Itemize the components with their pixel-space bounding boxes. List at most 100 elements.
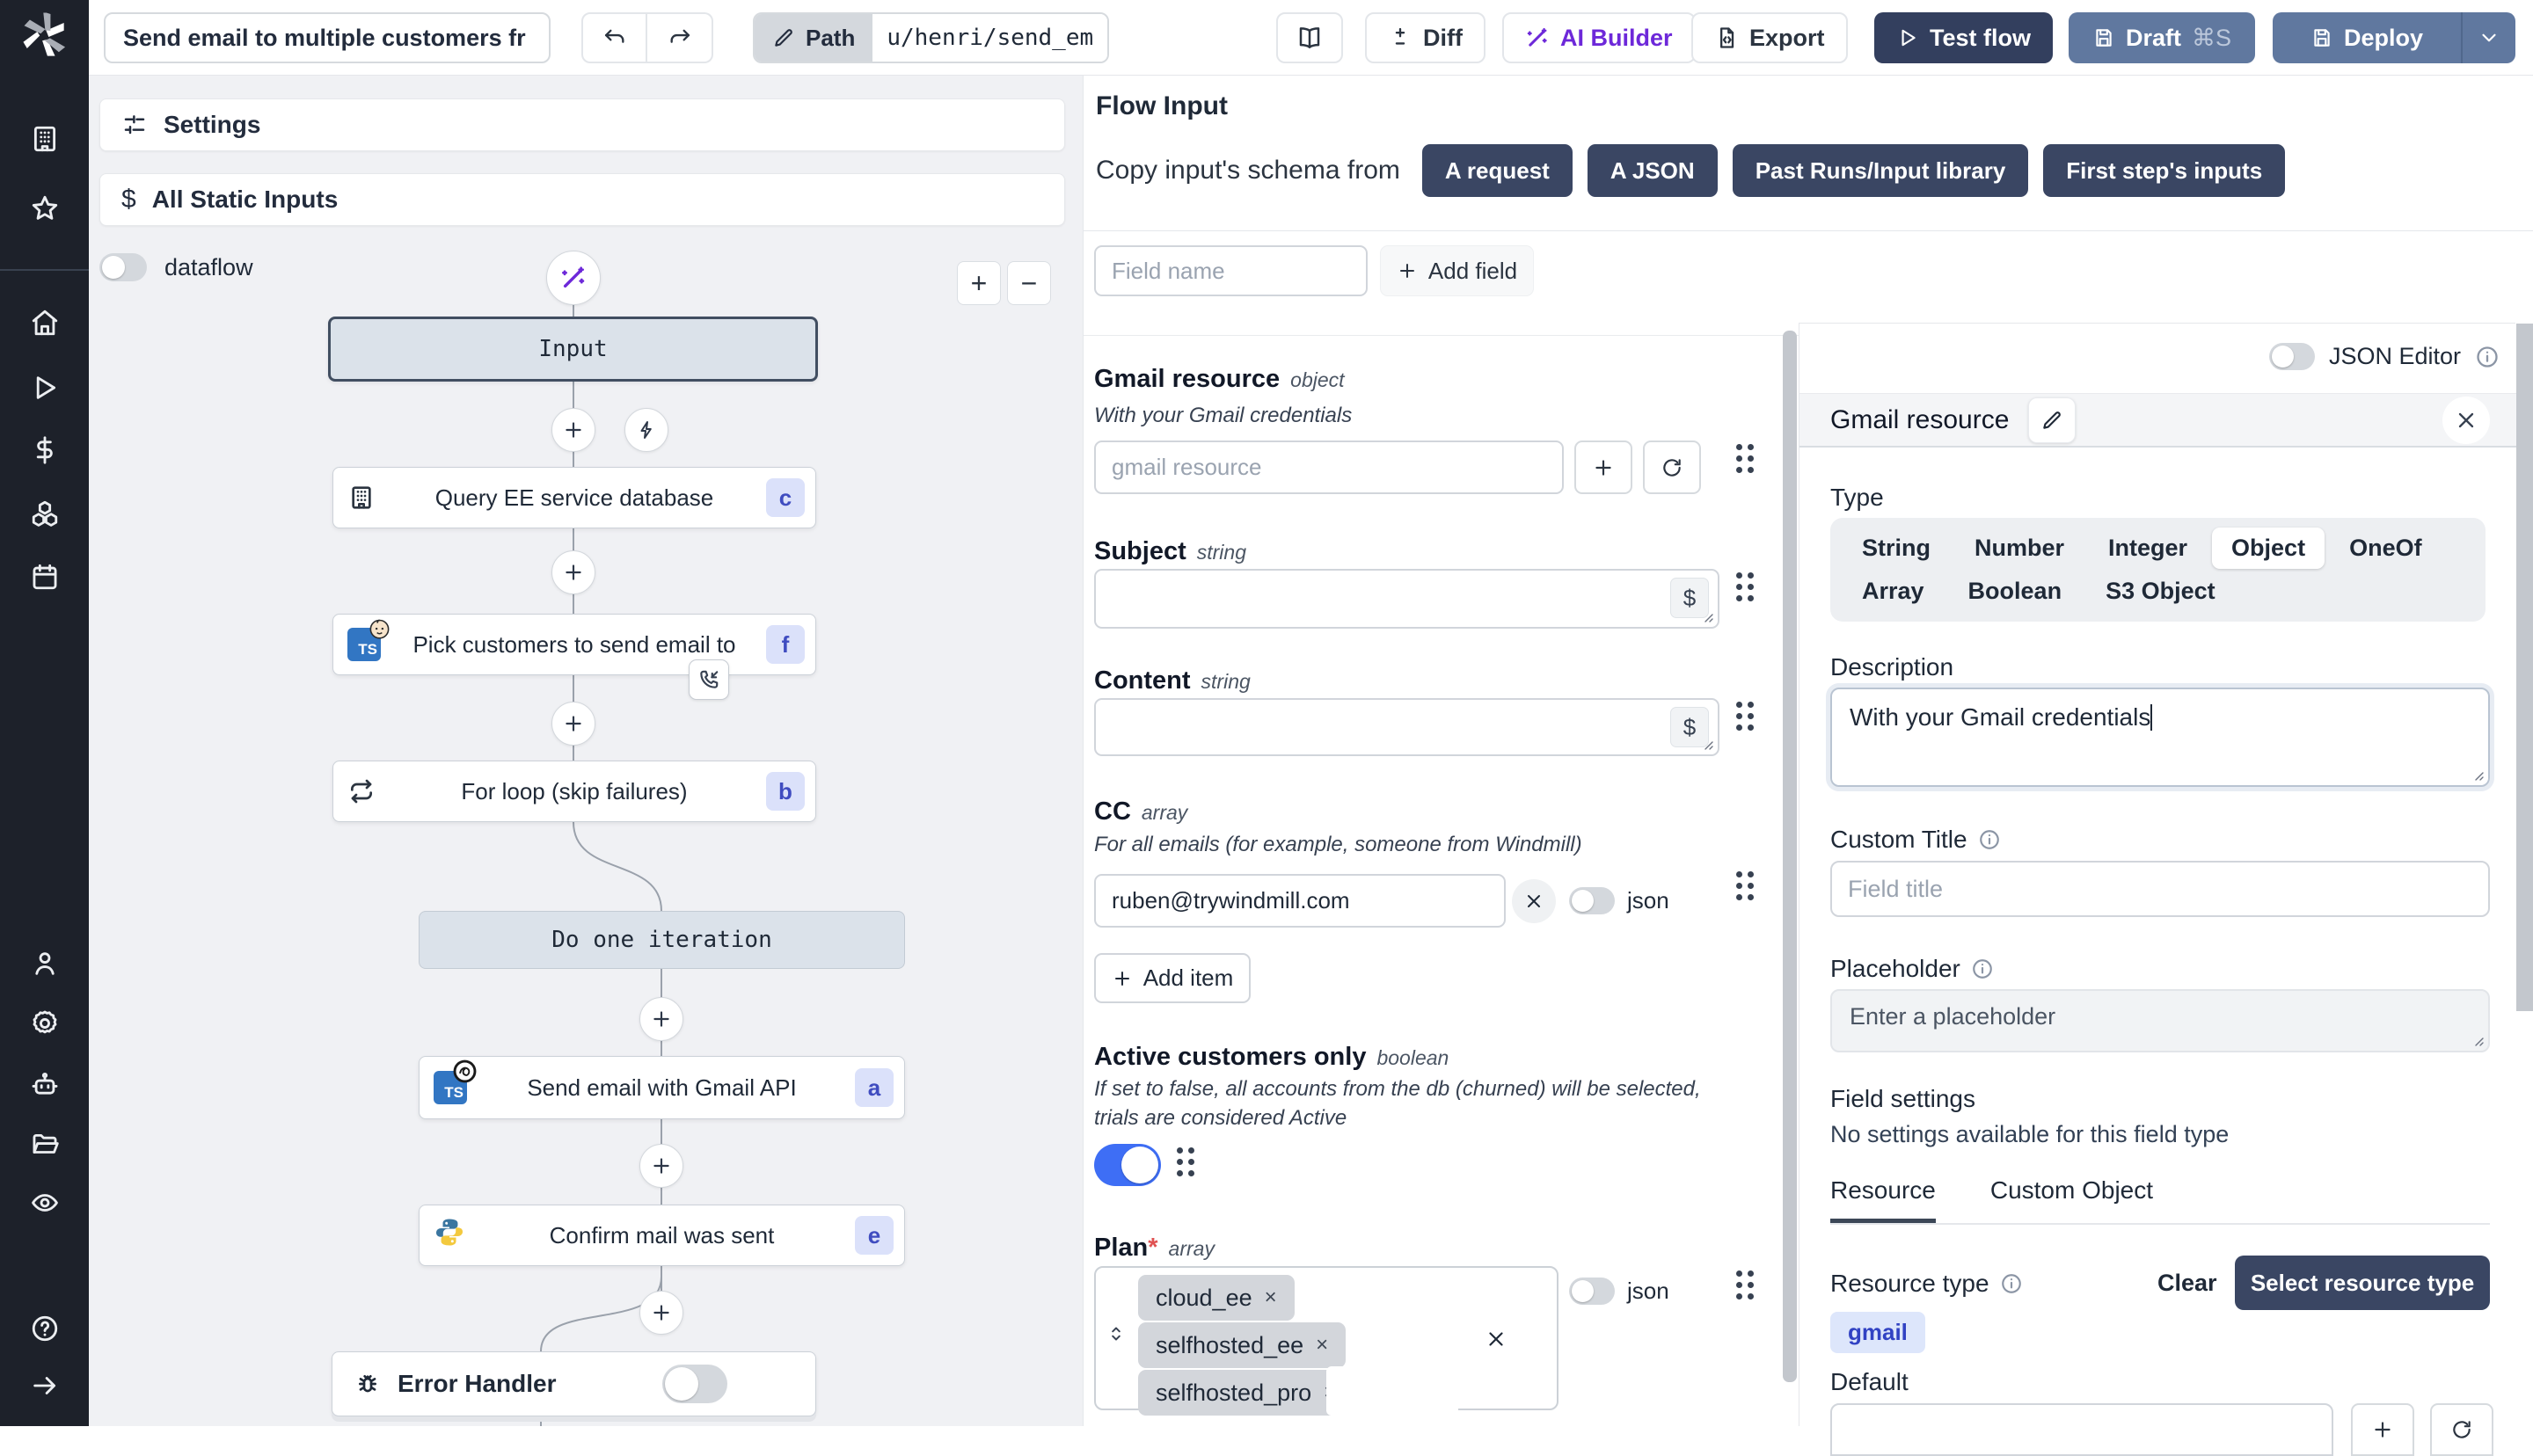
schedules-calendar-icon[interactable]	[30, 562, 60, 592]
schema-source-request-button[interactable]: A request	[1422, 144, 1573, 197]
cache-phone-incoming-badge[interactable]	[689, 659, 729, 700]
path-value[interactable]: u/henri/send_em	[872, 14, 1107, 62]
collapse-arrow-right-icon[interactable]	[30, 1371, 60, 1401]
plan-json-toggle[interactable]	[1569, 1278, 1615, 1305]
cc-item-input[interactable]	[1094, 874, 1506, 928]
plan-tag[interactable]: selfhosted_pro×	[1138, 1370, 1354, 1416]
form-scrollbar[interactable]	[1783, 331, 1797, 1382]
drag-handle[interactable]	[1736, 702, 1755, 732]
flow-node-error-handler[interactable]: Error Handler	[332, 1351, 816, 1416]
plan-tags-box[interactable]: cloud_ee× selfhosted_ee× selfhosted_pro×	[1094, 1266, 1558, 1410]
description-textarea[interactable]: With your Gmail credentials	[1830, 688, 2490, 787]
error-handler-toggle[interactable]	[662, 1365, 727, 1403]
deploy-menu-button[interactable]	[2463, 12, 2515, 63]
plan-new-tag-input[interactable]	[1326, 1366, 1458, 1416]
workspace-building-icon[interactable]	[30, 124, 60, 154]
edit-title-button[interactable]	[2028, 397, 2076, 443]
tab-resource[interactable]: Resource	[1830, 1176, 1936, 1223]
schema-source-json-button[interactable]: A JSON	[1588, 144, 1718, 197]
refresh-button[interactable]	[1643, 440, 1701, 494]
inspector-scrollbar[interactable]	[2516, 324, 2533, 1011]
json-editor-toggle[interactable]	[2269, 343, 2315, 370]
redo-button[interactable]	[647, 12, 713, 63]
remove-cc-item-button[interactable]	[1512, 879, 1556, 923]
ai-robot-icon[interactable]	[30, 1070, 60, 1100]
sort-chevrons-icon[interactable]	[1105, 1322, 1128, 1345]
info-icon[interactable]	[1978, 828, 2001, 851]
add-field-button[interactable]: Add field	[1380, 245, 1534, 296]
flow-node-input[interactable]: Input	[328, 317, 818, 382]
add-step-button[interactable]	[551, 702, 595, 746]
info-icon[interactable]	[2000, 1272, 2023, 1295]
deploy-button[interactable]: Deploy	[2273, 12, 2461, 63]
schema-source-first-step-button[interactable]: First step's inputs	[2043, 144, 2285, 197]
type-option-integer[interactable]: Integer	[2089, 528, 2207, 569]
custom-title-input[interactable]	[1830, 861, 2490, 917]
drag-handle[interactable]	[1736, 572, 1755, 602]
resize-handle[interactable]	[2471, 1033, 2485, 1047]
flow-node-confirm[interactable]: Confirm mail was sent e	[419, 1205, 905, 1266]
flow-ai-wand-button[interactable]	[546, 251, 601, 305]
diff-button[interactable]: Diff	[1365, 12, 1485, 63]
flow-node-send-email[interactable]: TS Send email with Gmail API a	[419, 1056, 905, 1119]
subject-textarea[interactable]: $	[1094, 569, 1719, 629]
resize-handle[interactable]	[2471, 768, 2485, 782]
content-textarea[interactable]: $	[1094, 698, 1719, 756]
flow-node-pick-customers[interactable]: TS Pick customers to send email to f	[332, 614, 816, 675]
plan-tag[interactable]: cloud_ee×	[1138, 1275, 1295, 1321]
type-option-number[interactable]: Number	[1955, 528, 2084, 569]
field-name-input[interactable]	[1094, 245, 1368, 296]
add-step-button[interactable]	[639, 1291, 683, 1335]
add-default-button[interactable]	[2351, 1403, 2414, 1456]
type-option-array[interactable]: Array	[1843, 571, 1944, 612]
help-icon[interactable]	[30, 1314, 60, 1343]
type-option-oneof[interactable]: OneOf	[2330, 528, 2442, 569]
drag-handle[interactable]	[1736, 1270, 1755, 1300]
info-icon[interactable]	[1971, 957, 1994, 980]
remove-tag-icon[interactable]: ×	[1265, 1285, 1277, 1310]
clear-resource-button[interactable]: Clear	[2157, 1270, 2217, 1297]
runs-play-icon[interactable]	[30, 373, 60, 403]
cc-json-toggle[interactable]	[1569, 887, 1615, 914]
type-option-s3object[interactable]: S3 Object	[2086, 571, 2235, 612]
users-person-icon[interactable]	[30, 949, 60, 979]
active-customers-toggle[interactable]	[1094, 1144, 1161, 1186]
variables-dollar-icon[interactable]	[30, 435, 60, 465]
add-step-button[interactable]	[639, 1144, 683, 1188]
select-resource-type-button[interactable]: Select resource type	[2235, 1256, 2490, 1310]
gmail-resource-input[interactable]	[1094, 440, 1564, 494]
export-button[interactable]: Export	[1691, 12, 1848, 63]
add-item-button[interactable]: Add item	[1094, 953, 1251, 1003]
placeholder-textarea[interactable]: Enter a placeholder	[1830, 989, 2490, 1052]
info-icon[interactable]	[2475, 345, 2500, 369]
resize-handle[interactable]	[1700, 737, 1714, 751]
default-value-input[interactable]	[1830, 1403, 2333, 1456]
save-draft-button[interactable]: Draft ⌘S	[2069, 12, 2255, 63]
close-inspector-button[interactable]	[2442, 397, 2490, 444]
remove-tag-icon[interactable]: ×	[1316, 1333, 1328, 1358]
folders-icon[interactable]	[30, 1130, 60, 1160]
flow-node-forloop[interactable]: For loop (skip failures) b	[332, 761, 816, 822]
add-step-button[interactable]	[551, 550, 595, 594]
schema-source-past-runs-button[interactable]: Past Runs/Input library	[1733, 144, 2029, 197]
test-flow-button[interactable]: Test flow	[1874, 12, 2053, 63]
undo-button[interactable]	[581, 12, 647, 63]
tab-custom-object[interactable]: Custom Object	[1990, 1176, 2153, 1223]
plan-tag[interactable]: selfhosted_ee×	[1138, 1322, 1346, 1368]
drag-handle[interactable]	[1177, 1147, 1195, 1177]
windmill-logo-icon[interactable]	[22, 13, 68, 63]
flow-node-query[interactable]: Query EE service database c	[332, 467, 816, 528]
add-trigger-zap-button[interactable]	[624, 408, 668, 452]
path-field[interactable]: Path u/henri/send_em	[753, 12, 1109, 63]
docs-button[interactable]	[1276, 12, 1343, 63]
drag-handle[interactable]	[1736, 444, 1755, 474]
add-step-button[interactable]	[551, 408, 595, 452]
drag-handle[interactable]	[1736, 871, 1755, 901]
flow-title-input[interactable]	[104, 12, 551, 63]
add-step-button[interactable]	[639, 997, 683, 1041]
home-icon[interactable]	[30, 308, 60, 338]
type-option-string[interactable]: String	[1843, 528, 1950, 569]
settings-gear-icon[interactable]	[30, 1008, 60, 1038]
type-option-object[interactable]: Object	[2212, 528, 2325, 569]
add-resource-button[interactable]	[1574, 440, 1632, 494]
